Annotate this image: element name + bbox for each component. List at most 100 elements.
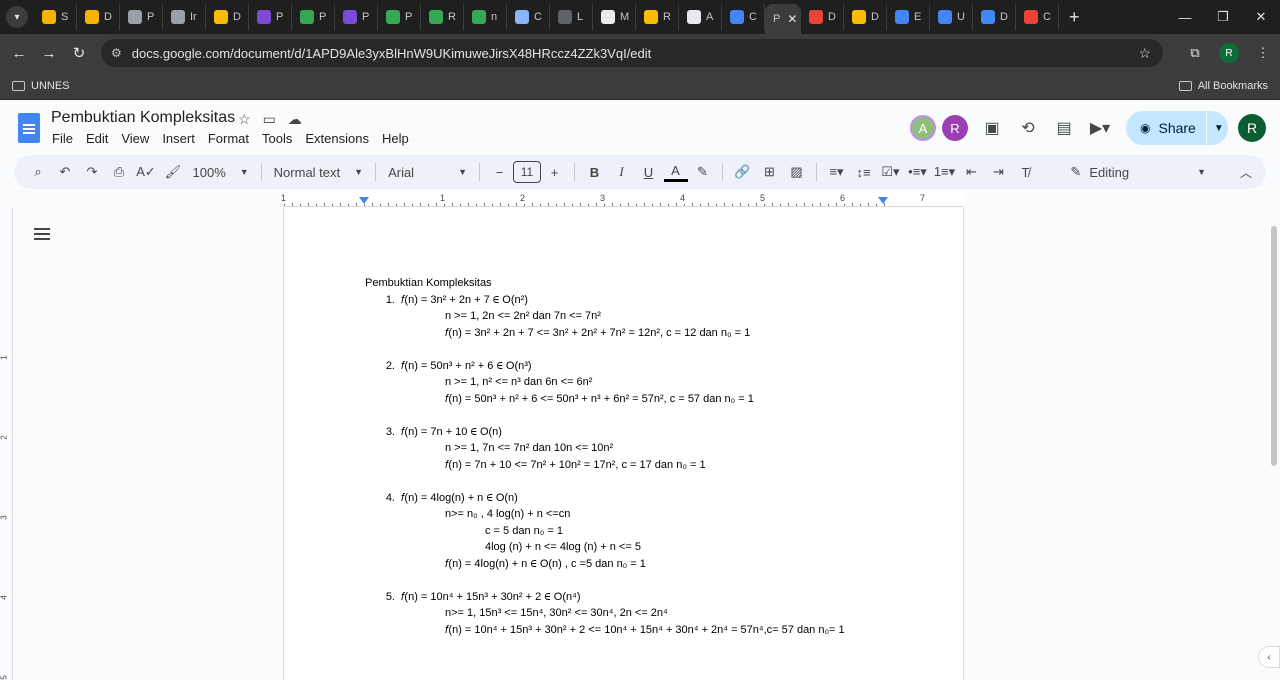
profile-button[interactable]: R [1212,43,1246,63]
checklist-icon[interactable]: ☑▾ [879,160,903,184]
version-history-icon[interactable]: ⟲ [1010,113,1046,143]
numbered-list-icon[interactable]: 1≡▾ [933,160,957,184]
zoom-select[interactable]: 100% ▼ [187,165,255,180]
increase-font-size-icon[interactable]: + [543,160,567,184]
document-title[interactable]: Pembuktian Kompleksitas [51,109,235,127]
collaborator-avatar-a[interactable]: A [910,115,936,141]
side-panel-toggle-icon[interactable]: ‹ [1258,646,1280,668]
document-page[interactable]: Pembuktian Kompleksitas 1. 𝑓(n) = 3n² + 2n… [283,208,964,680]
omnibox[interactable]: ⚙ docs.google.com/document/d/1APD9Ale3yx… [101,39,1163,67]
bulleted-list-icon[interactable]: •≡▾ [906,160,930,184]
hide-menus-icon[interactable]: ︿ [1240,164,1252,181]
browser-tab[interactable]: Ir [163,4,206,30]
vertical-scrollbar[interactable] [1268,208,1280,680]
browser-tab[interactable]: M [593,4,636,30]
menu-help[interactable]: Help [382,131,409,146]
highlight-color-icon[interactable]: ✎ [691,160,715,184]
tab-search-button[interactable]: ▾ [6,6,28,28]
browser-tab[interactable]: n [464,4,507,30]
browser-tab[interactable]: P [292,4,335,30]
browser-tab[interactable]: P [120,4,163,30]
menu-edit[interactable]: Edit [86,131,108,146]
browser-tab[interactable]: A [679,4,722,30]
browser-tab[interactable]: D [206,4,249,30]
font-size-input[interactable]: 11 [513,161,541,183]
browser-tab[interactable]: D [844,4,887,30]
cloud-status-icon[interactable]: ☁ [288,111,302,128]
vertical-ruler[interactable]: 1 2 3 4 5 [0,208,13,680]
site-info-icon[interactable]: ⚙ [111,46,122,60]
menu-insert[interactable]: Insert [162,131,195,146]
bookmark-star-icon[interactable]: ☆ [1138,45,1151,62]
menu-file[interactable]: File [52,131,73,146]
redo-icon[interactable]: ↷ [80,160,104,184]
left-indent-marker[interactable] [359,197,369,204]
share-button[interactable]: ◉ Share ▼ [1126,111,1228,145]
extensions-icon[interactable]: ⧉ [1178,45,1212,61]
browser-tab[interactable]: C [507,4,550,30]
insert-link-icon[interactable]: 🔗 [731,160,755,184]
browser-tab[interactable]: P ✕ [765,4,801,34]
clear-formatting-icon[interactable]: T̸ [1014,160,1038,184]
browser-tab[interactable]: D [77,4,120,30]
meet-present-icon[interactable]: ▣ [974,113,1010,143]
browser-tab[interactable]: P [249,4,292,30]
decrease-indent-icon[interactable]: ⇤ [960,160,984,184]
close-window-button[interactable]: ✕ [1242,0,1280,34]
search-menus-icon[interactable]: ⌕ [26,160,50,184]
browser-tab[interactable]: D [801,4,844,30]
font-select[interactable]: Arial ▼ [382,165,473,180]
browser-tab[interactable]: E [887,4,930,30]
maximize-button[interactable]: ❐ [1204,0,1242,34]
url-text[interactable]: docs.google.com/document/d/1APD9Ale3yxBl… [132,46,652,61]
browser-tab[interactable]: L [550,4,593,30]
meet-video-icon[interactable]: ▶▾ [1082,113,1118,143]
print-icon[interactable]: ⎙ [107,160,131,184]
paint-format-icon[interactable]: 🖌 [161,160,185,184]
spellcheck-icon[interactable]: A✓ [134,160,158,184]
browser-tab[interactable]: P [335,4,378,30]
close-tab-icon[interactable]: ✕ [787,12,797,26]
right-indent-marker[interactable] [878,197,888,204]
reload-icon[interactable]: ↻ [64,38,94,68]
back-icon[interactable]: ← [4,38,34,68]
text-color-icon[interactable]: A [663,162,688,182]
document-outline-icon[interactable] [34,228,50,242]
scrollbar-thumb[interactable] [1271,226,1277,466]
bookmark-folder-unnes[interactable]: UNNES [12,80,70,92]
all-bookmarks-button[interactable]: All Bookmarks [1178,80,1268,92]
browser-tab[interactable]: S [34,4,77,30]
italic-icon[interactable]: I [610,160,634,184]
browser-menu-icon[interactable]: ⋮ [1246,45,1280,61]
star-icon[interactable]: ☆ [238,111,251,128]
move-folder-icon[interactable]: ▭ [263,111,276,128]
style-select[interactable]: Normal text ▼ [268,165,369,180]
decrease-font-size-icon[interactable]: − [488,160,512,184]
browser-tab[interactable]: R [636,4,679,30]
docs-logo-icon[interactable] [18,113,40,143]
insert-image-icon[interactable]: ▨ [785,160,809,184]
collaborator-avatar-r[interactable]: R [942,115,968,141]
browser-tab[interactable]: R [421,4,464,30]
menu-extensions[interactable]: Extensions [305,131,369,146]
document-body[interactable]: Pembuktian Kompleksitas 1. 𝑓(n) = 3n² + 2n… [365,275,845,638]
account-avatar[interactable]: R [1238,114,1266,142]
browser-tab[interactable]: P [378,4,421,30]
comments-icon[interactable]: ▤ [1046,113,1082,143]
browser-tab[interactable]: D [973,4,1016,30]
align-icon[interactable]: ≡▾ [825,160,849,184]
browser-tab[interactable]: C [722,4,765,30]
menu-tools[interactable]: Tools [262,131,292,146]
horizontal-ruler[interactable]: 1 1 2 3 4 5 6 7 [281,193,964,207]
new-tab-button[interactable]: + [1069,7,1080,28]
menu-view[interactable]: View [121,131,149,146]
menu-format[interactable]: Format [208,131,249,146]
minimize-button[interactable]: — [1166,0,1204,34]
increase-indent-icon[interactable]: ⇥ [987,160,1011,184]
forward-icon[interactable]: → [34,38,64,68]
bold-icon[interactable]: B [583,160,607,184]
browser-tab[interactable]: U [930,4,973,30]
undo-icon[interactable]: ↶ [53,160,77,184]
add-comment-icon[interactable]: ⊞ [758,160,782,184]
line-spacing-icon[interactable]: ↕≡ [852,160,876,184]
